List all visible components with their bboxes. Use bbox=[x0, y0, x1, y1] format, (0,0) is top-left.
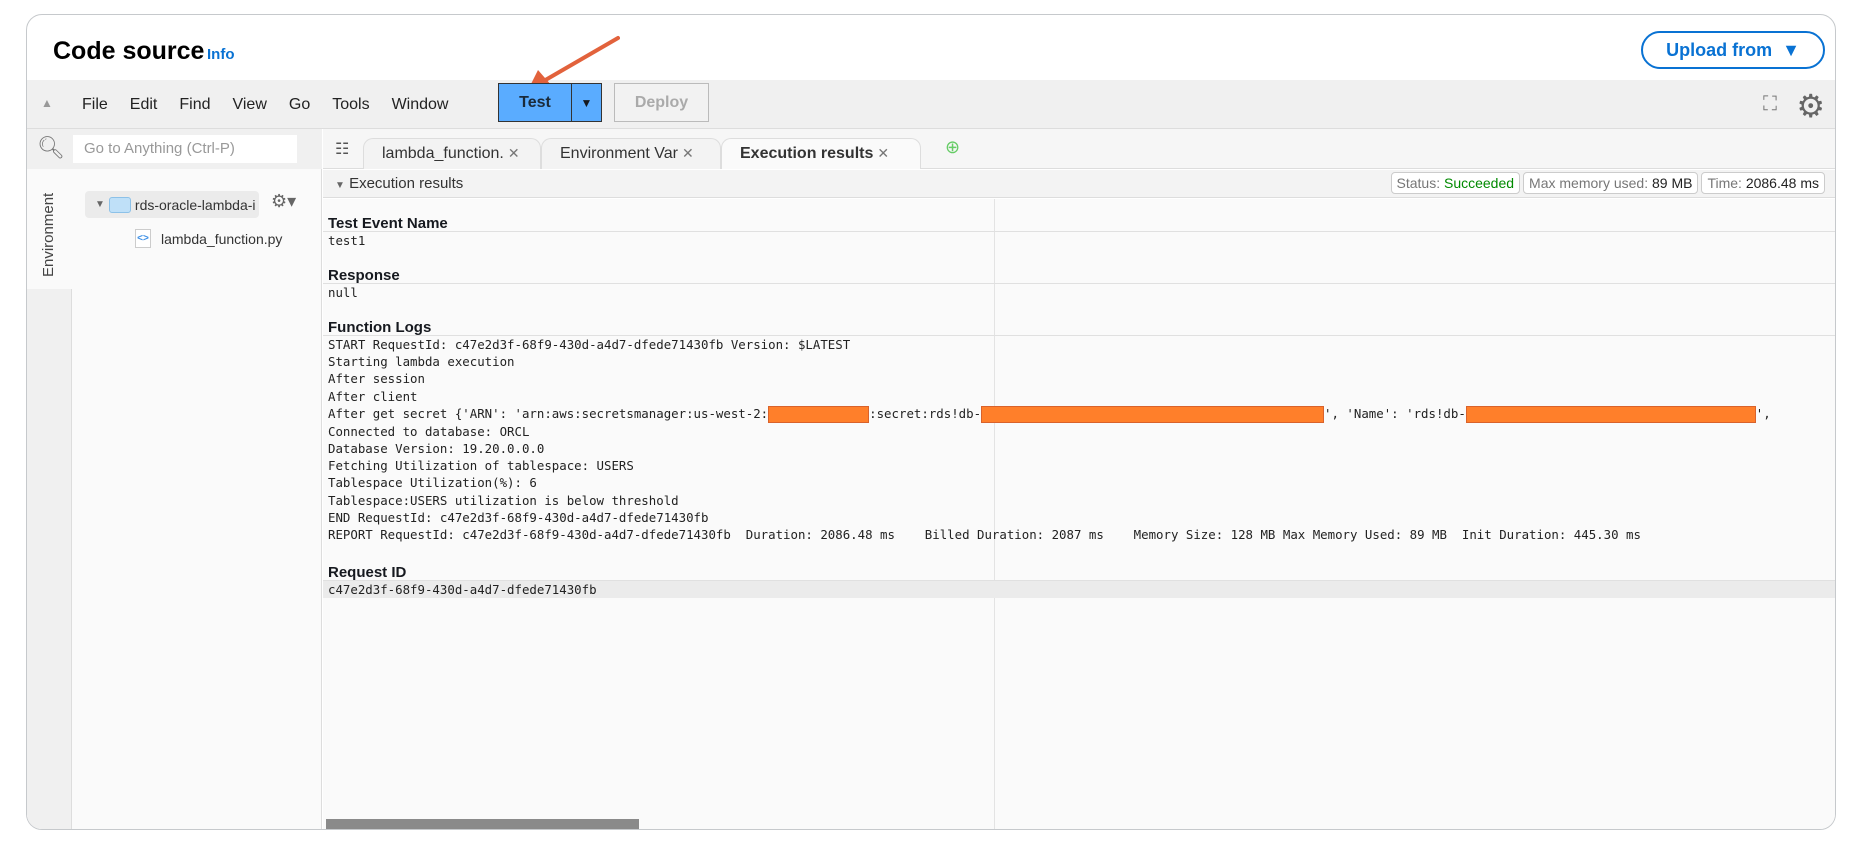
request-id-value[interactable]: c47e2d3f-68f9-430d-a4d7-dfede71430fb bbox=[323, 581, 1835, 599]
environment-sidebar: 🔍︎ Go to Anything (Ctrl-P) Environment ▼… bbox=[27, 129, 322, 829]
log-text: :secret:rds!db- bbox=[869, 405, 982, 421]
test-event-name: test1 bbox=[328, 233, 366, 248]
section-heading: Test Event Name bbox=[323, 215, 1835, 232]
tab-label: Execution results bbox=[740, 145, 874, 162]
environment-tab-label: Environment bbox=[40, 192, 57, 277]
log-line: Database Version: 19.20.0.0.0 bbox=[328, 441, 545, 457]
folder-name: rds-oracle-lambda-i bbox=[134, 196, 256, 213]
tab-label: lambda_function. bbox=[382, 145, 504, 162]
collapse-triangle-icon[interactable]: ▼ bbox=[335, 180, 345, 191]
search-row: 🔍︎ Go to Anything (Ctrl-P) bbox=[27, 129, 322, 169]
tab-lambda-function[interactable]: lambda_function. ✕ bbox=[363, 138, 541, 169]
tab-label: Environment Var bbox=[560, 145, 678, 162]
log-line: Tablespace:USERS utilization is below th… bbox=[328, 492, 679, 508]
memory-label: Max memory used: bbox=[1529, 175, 1649, 191]
tab-list-icon[interactable]: ☷ bbox=[335, 139, 349, 159]
log-line: START RequestId: c47e2d3f-68f9-430d-a4d7… bbox=[328, 337, 851, 352]
redaction-box bbox=[981, 405, 1325, 423]
status-value: Succeeded bbox=[1443, 175, 1515, 191]
tree-folder[interactable]: ▼ rds-oracle-lambda-i bbox=[85, 191, 259, 218]
time-label: Time: bbox=[1707, 175, 1742, 191]
redaction-box bbox=[1465, 405, 1756, 423]
file-tree: ▼ rds-oracle-lambda-i ⚙▾ <> lambda_functio… bbox=[72, 169, 321, 829]
log-line: Tablespace Utilization(%): 6 bbox=[328, 475, 537, 491]
log-text: ', 'Name': 'rds!db- bbox=[1324, 405, 1466, 421]
close-icon[interactable]: ✕ bbox=[877, 145, 889, 161]
menu-edit[interactable]: Edit bbox=[119, 96, 169, 114]
tree-gear-icon[interactable]: ⚙▾ bbox=[271, 191, 296, 212]
log-lines: START RequestId: c47e2d3f-68f9-430d-a4d7… bbox=[323, 336, 1835, 405]
tab-environment-variables[interactable]: Environment Var ✕ bbox=[541, 138, 721, 169]
log-line-secret: After get secret {'ARN': 'arn:aws:secret… bbox=[323, 405, 1835, 423]
close-icon[interactable]: ✕ bbox=[508, 145, 520, 161]
side-tab-strip: Environment bbox=[27, 169, 72, 829]
ide-toolbar: ▲ File Edit Find View Go Tools Window ⛶ … bbox=[27, 80, 1835, 129]
execution-results-title: Execution results bbox=[349, 175, 464, 192]
memory-value: 89 MB bbox=[1651, 175, 1693, 191]
test-dropdown-caret-icon[interactable]: ▼ bbox=[572, 84, 601, 121]
log-text: ', bbox=[1755, 405, 1771, 421]
menu-file[interactable]: File bbox=[71, 96, 119, 114]
log-line: Starting lambda execution bbox=[328, 354, 515, 370]
expand-triangle-icon[interactable]: ▼ bbox=[95, 199, 105, 210]
fullscreen-icon[interactable]: ⛶ bbox=[1763, 93, 1777, 116]
horizontal-scrollbar[interactable] bbox=[326, 819, 639, 829]
log-text: After get secret {'ARN': 'arn:aws:secret… bbox=[328, 405, 769, 421]
menu-go[interactable]: Go bbox=[278, 96, 321, 114]
log-line: After client bbox=[328, 388, 418, 404]
close-icon[interactable]: ✕ bbox=[682, 145, 694, 161]
add-tab-icon[interactable]: ⊕ bbox=[945, 137, 960, 158]
upload-label: Upload from bbox=[1666, 39, 1773, 60]
log-line: END RequestId: c47e2d3f-68f9-430d-a4d7-d… bbox=[328, 509, 709, 525]
caret-down-icon: ▼ bbox=[1782, 39, 1800, 60]
log-line: Fetching Utilization of tablespace: USER… bbox=[328, 458, 634, 474]
menu-bar: File Edit Find View Go Tools Window bbox=[71, 80, 459, 129]
execution-results-header: ▼ Execution results Status: Succeeded Ma… bbox=[323, 170, 1835, 198]
code-source-panel: Code source Info Upload from ▼ ▲ File Edi… bbox=[26, 14, 1836, 830]
result-badges: Status: Succeeded Max memory used: 89 MB… bbox=[1390, 172, 1825, 194]
tab-execution-results[interactable]: Execution results ✕ bbox=[721, 138, 921, 169]
log-line: Connected to database: ORCL bbox=[328, 423, 530, 439]
menu-window[interactable]: Window bbox=[381, 96, 460, 114]
memory-badge: Max memory used: 89 MB bbox=[1523, 172, 1699, 194]
deploy-button[interactable]: Deploy bbox=[614, 83, 709, 122]
time-badge: Time: 2086.48 ms bbox=[1701, 172, 1825, 194]
search-icon[interactable]: 🔍︎ bbox=[37, 135, 65, 161]
log-line: REPORT RequestId: c47e2d3f-68f9-430d-a4d… bbox=[328, 527, 1641, 543]
upload-from-button[interactable]: Upload from ▼ bbox=[1641, 31, 1825, 69]
log-line: After session bbox=[328, 371, 425, 387]
test-label[interactable]: Test bbox=[499, 84, 572, 121]
time-value: 2086.48 ms bbox=[1745, 175, 1819, 191]
menu-tools[interactable]: Tools bbox=[321, 96, 380, 114]
collapse-icon[interactable]: ▲ bbox=[41, 96, 53, 110]
settings-gear-icon[interactable]: ⚙ bbox=[1796, 87, 1825, 125]
menu-view[interactable]: View bbox=[221, 96, 277, 114]
page-title: Code source bbox=[53, 37, 205, 65]
request-id-section: Request ID c47e2d3f-68f9-430d-a4d7-dfede… bbox=[323, 564, 1835, 599]
test-button[interactable]: Test ▼ bbox=[498, 83, 602, 122]
section-heading: Response bbox=[323, 267, 1835, 284]
execution-results-body: Test Event Name test1 Response null Func… bbox=[323, 199, 1835, 829]
response-section: Response null bbox=[323, 267, 1835, 301]
environment-tab[interactable]: Environment bbox=[27, 169, 72, 289]
status-label: Status: bbox=[1396, 175, 1441, 191]
go-to-anything-input[interactable]: Go to Anything (Ctrl-P) bbox=[73, 135, 297, 163]
test-event-section: Test Event Name test1 bbox=[323, 215, 1835, 249]
editor-tab-bar: ☷ lambda_function. ✕ Environment Var ✕ Exe… bbox=[323, 129, 1835, 169]
redaction-box bbox=[768, 405, 870, 423]
log-lines: Connected to database: ORCL Database Vers… bbox=[323, 423, 1835, 543]
status-badge: Status: Succeeded bbox=[1390, 172, 1521, 194]
menu-find[interactable]: Find bbox=[168, 96, 221, 114]
tree-file[interactable]: <> lambda_function.py bbox=[135, 229, 282, 248]
file-name: lambda_function.py bbox=[161, 230, 283, 247]
section-heading: Request ID bbox=[323, 564, 1835, 581]
python-file-icon: <> bbox=[135, 229, 151, 248]
info-link[interactable]: Info bbox=[207, 46, 235, 63]
folder-icon bbox=[108, 196, 131, 213]
section-heading: Function Logs bbox=[323, 319, 1835, 336]
response-value: null bbox=[328, 285, 358, 300]
function-logs-section: Function Logs START RequestId: c47e2d3f-… bbox=[323, 319, 1835, 543]
